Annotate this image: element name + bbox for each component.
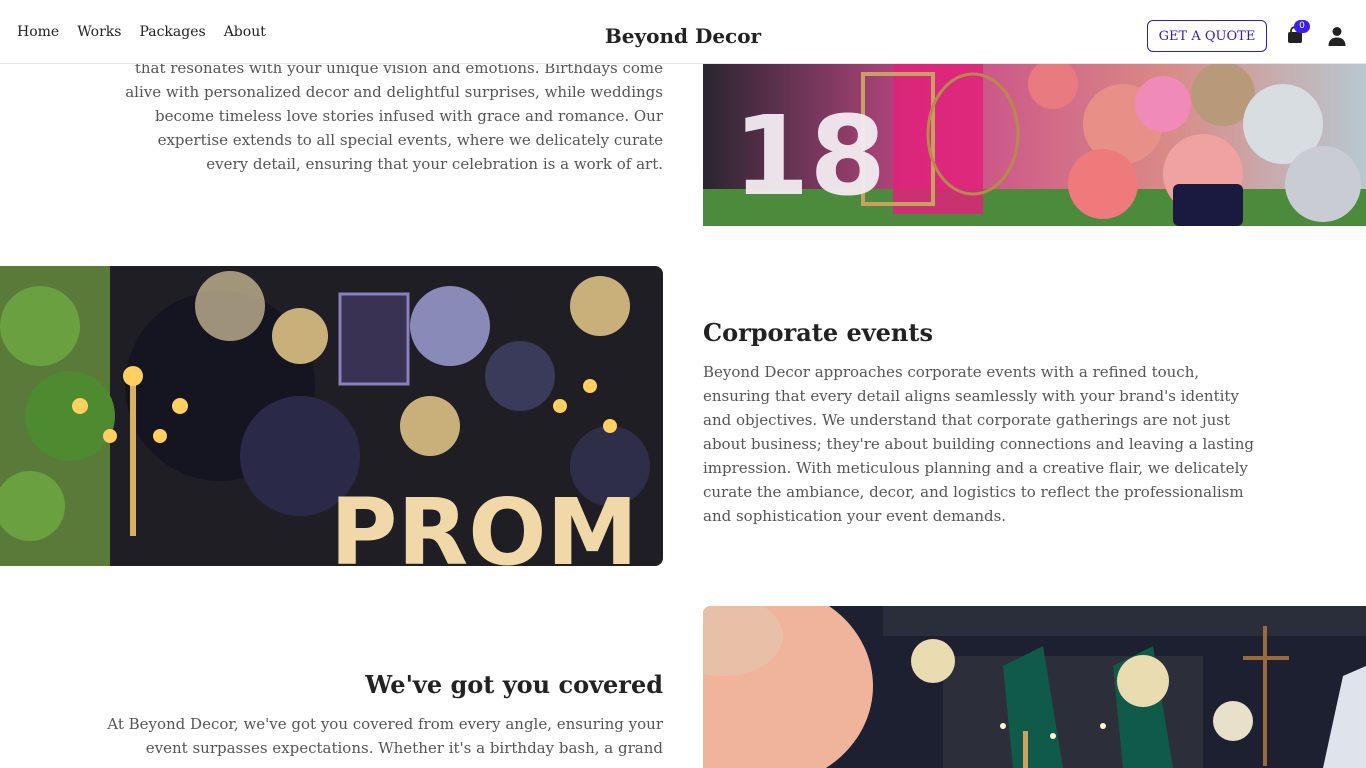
- wedding-venue-image: [703, 606, 1366, 768]
- covered-heading: We've got you covered: [365, 670, 663, 699]
- birthdays-description: that resonates with your unique vision a…: [125, 59, 663, 173]
- nav-packages-link[interactable]: Packages: [139, 24, 205, 40]
- account-button[interactable]: [1328, 26, 1346, 46]
- cart-count-badge: 0: [1294, 20, 1310, 33]
- covered-description: At Beyond Decor, we've got you covered f…: [107, 715, 663, 757]
- cart-button[interactable]: 0: [1286, 20, 1310, 46]
- brand-logo[interactable]: Beyond Decor: [605, 24, 761, 48]
- corporate-events-description: Beyond Decor approaches corporate events…: [703, 363, 1254, 525]
- top-navbar: Home Works Packages About Beyond Decor G…: [0, 0, 1366, 64]
- birthday-decor-image: 18: [703, 64, 1366, 226]
- get-a-quote-button[interactable]: GET A QUOTE: [1147, 20, 1267, 52]
- nav-works-link[interactable]: Works: [77, 24, 121, 40]
- prom-marquee-letters: PROM: [330, 479, 638, 566]
- user-icon: [1328, 27, 1346, 46]
- corporate-event-image: PROM: [0, 266, 663, 566]
- nav-links: Home Works Packages About: [17, 0, 266, 64]
- birthday-number-sign: 18: [733, 92, 886, 220]
- corporate-events-heading: Corporate events: [703, 318, 933, 347]
- nav-home-link[interactable]: Home: [17, 24, 59, 40]
- nav-about-link[interactable]: About: [224, 24, 266, 40]
